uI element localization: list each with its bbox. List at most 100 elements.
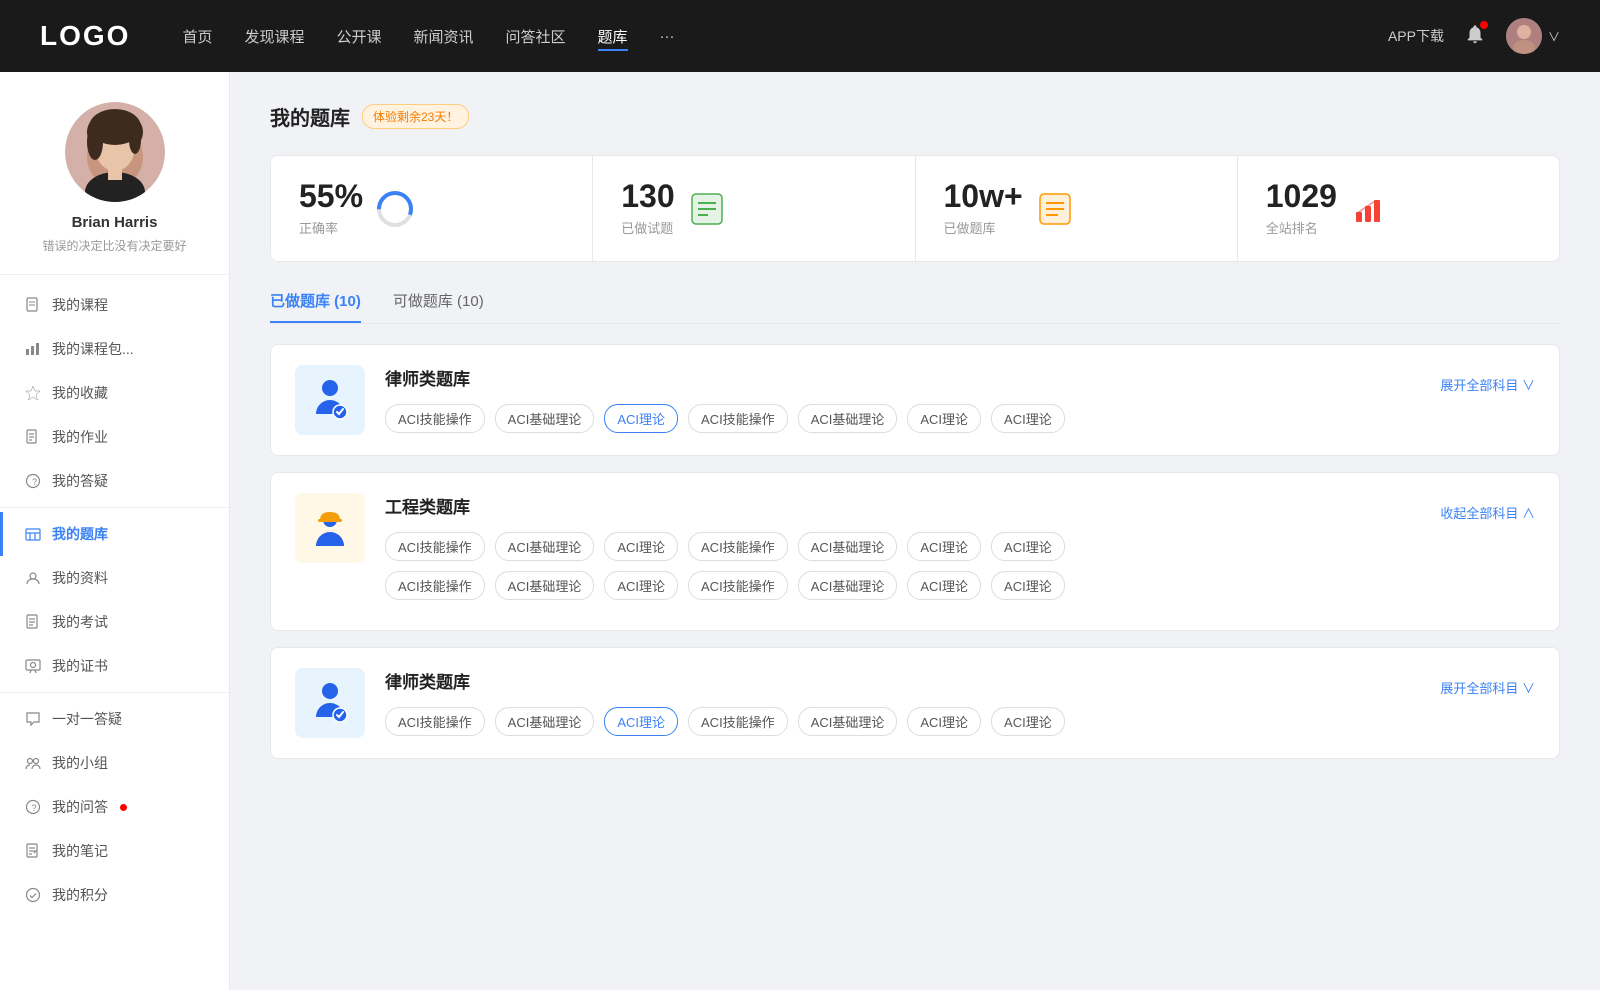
bank-tags-lawyer-2: ACI技能操作 ACI基础理论 ACI理论 ACI技能操作 ACI基础理论 ACI理论 AC… [385, 707, 1420, 736]
tag[interactable]: ACI理论 [907, 571, 981, 600]
tag[interactable]: ACI技能操作 [688, 571, 788, 600]
page-title: 我的题库 [270, 102, 350, 131]
logo: LOGO [40, 20, 130, 52]
expand-bank-1[interactable]: 展开全部科目 ∨ [1440, 375, 1535, 394]
tag[interactable]: ACI基础理论 [798, 404, 898, 433]
nav-item-news[interactable]: 新闻资讯 [414, 22, 474, 51]
bank-tags-engineer-row1: ACI技能操作 ACI基础理论 ACI理论 ACI技能操作 ACI基础理论 ACI理论 AC… [385, 532, 1420, 561]
doc-stat-icon [1037, 191, 1073, 227]
nav-item-more[interactable]: ··· [660, 24, 675, 49]
sidebar-item-homework[interactable]: 我的作业 [0, 415, 229, 459]
sidebar-item-label: 我的小组 [52, 753, 108, 773]
main-layout: Brian Harris 错误的决定比没有决定要好 我的课程 我的课程包... [0, 72, 1600, 990]
bank-tags-lawyer-1: ACI技能操作 ACI基础理论 ACI理论 ACI技能操作 ACI基础理论 ACI理论 AC… [385, 404, 1420, 433]
sidebar-item-favorites[interactable]: 我的收藏 [0, 371, 229, 415]
trial-badge: 体验剩余23天！ [362, 104, 469, 129]
tag[interactable]: ACI理论 [907, 532, 981, 561]
nav-item-open[interactable]: 公开课 [336, 22, 381, 51]
tab-available-banks[interactable]: 可做题库 (10) [393, 290, 484, 323]
sidebar: Brian Harris 错误的决定比没有决定要好 我的课程 我的课程包... [0, 72, 230, 990]
profile-bio: 错误的决定比没有决定要好 [26, 237, 202, 254]
sidebar-item-course-pkg[interactable]: 我的课程包... [0, 327, 229, 371]
bank-icon-lawyer-2 [295, 668, 365, 738]
tag[interactable]: ACI基础理论 [495, 532, 595, 561]
question-bank-tabs: 已做题库 (10) 可做题库 (10) [270, 290, 1560, 324]
user-avatar [1506, 18, 1542, 54]
star-icon [24, 384, 42, 402]
sidebar-item-profile[interactable]: 我的资料 [0, 556, 229, 600]
nav-item-qa[interactable]: 问答社区 [506, 22, 566, 51]
nav-item-qbank[interactable]: 题库 [598, 22, 628, 51]
stat-value-accuracy: 55% [299, 180, 363, 212]
sidebar-item-one-on-one[interactable]: 一对一答疑 [0, 697, 229, 741]
collapse-bank-2[interactable]: 收起全部科目 ∧ [1440, 503, 1535, 522]
sidebar-item-qbank[interactable]: 我的题库 [0, 512, 229, 556]
sidebar-item-my-courses[interactable]: 我的课程 [0, 283, 229, 327]
tag[interactable]: ACI技能操作 [688, 404, 788, 433]
bank-title-engineer: 工程类题库 [385, 493, 1420, 518]
nav-item-home[interactable]: 首页 [182, 22, 212, 51]
app-download-button[interactable]: APP下载 [1388, 26, 1444, 46]
sidebar-item-label: 我的课程 [52, 295, 108, 315]
tag[interactable]: ACI技能操作 [385, 571, 485, 600]
sidebar-item-cert[interactable]: 我的证书 [0, 644, 229, 688]
tab-done-banks[interactable]: 已做题库 (10) [270, 290, 361, 323]
list-icon [689, 191, 725, 227]
bank-icon-lawyer-1 [295, 365, 365, 435]
chart-icon [24, 340, 42, 358]
stat-value-rank: 1029 [1266, 180, 1337, 212]
user-avatar-menu[interactable]: ∨ [1506, 18, 1560, 54]
profile-name: Brian Harris [72, 214, 158, 231]
tag[interactable]: ACI理论 [604, 404, 678, 433]
tag[interactable]: ACI理论 [991, 532, 1065, 561]
tag[interactable]: ACI理论 [991, 571, 1065, 600]
tag[interactable]: ACI基础理论 [495, 571, 595, 600]
tag[interactable]: ACI理论 [907, 707, 981, 736]
stat-done-banks: 10w+ 已做题库 [916, 156, 1238, 261]
tag[interactable]: ACI基础理论 [798, 571, 898, 600]
tag[interactable]: ACI技能操作 [385, 404, 485, 433]
expand-bank-3[interactable]: 展开全部科目 ∨ [1440, 678, 1535, 697]
nav-item-courses[interactable]: 发现课程 [244, 22, 304, 51]
tag[interactable]: ACI理论 [604, 707, 678, 736]
stat-label-accuracy: 正确率 [299, 218, 363, 237]
sidebar-menu: 我的课程 我的课程包... 我的收藏 我的作业 [0, 275, 229, 925]
bank-tags-engineer-row2: ACI技能操作 ACI基础理论 ACI理论 ACI技能操作 ACI基础理论 ACI理论 AC… [385, 571, 1420, 600]
sidebar-item-exam[interactable]: 我的考试 [0, 600, 229, 644]
tag[interactable]: ACI理论 [991, 404, 1065, 433]
sidebar-item-qa[interactable]: ? 我的答疑 [0, 459, 229, 503]
tag[interactable]: ACI技能操作 [688, 707, 788, 736]
bank-actions-lawyer-1: 展开全部科目 ∨ [1440, 365, 1535, 394]
sidebar-item-label: 我的收藏 [52, 383, 108, 403]
sidebar-item-group[interactable]: 我的小组 [0, 741, 229, 785]
sidebar-item-notes[interactable]: 我的笔记 [0, 829, 229, 873]
tag[interactable]: ACI理论 [991, 707, 1065, 736]
tag[interactable]: ACI技能操作 [385, 532, 485, 561]
tag[interactable]: ACI技能操作 [688, 532, 788, 561]
people-icon [24, 569, 42, 587]
group-icon [24, 754, 42, 772]
page-header: 我的题库 体验剩余23天！ [270, 102, 1560, 131]
tag[interactable]: ACI基础理论 [495, 404, 595, 433]
note-icon [24, 842, 42, 860]
tag[interactable]: ACI基础理论 [798, 532, 898, 561]
chat-icon [24, 710, 42, 728]
sidebar-item-points[interactable]: 我的积分 [0, 873, 229, 917]
sidebar-item-my-qa[interactable]: ? 我的问答 [0, 785, 229, 829]
sidebar-item-label: 我的课程包... [52, 339, 134, 359]
sidebar-item-label: 我的考试 [52, 612, 108, 632]
tag[interactable]: ACI理论 [604, 571, 678, 600]
tag[interactable]: ACI基础理论 [495, 707, 595, 736]
tag[interactable]: ACI理论 [604, 532, 678, 561]
bank-content-lawyer-2: 律师类题库 ACI技能操作ACI基础理论ACI理论ACI技能操作ACI基础理论A… [385, 668, 1420, 736]
main-content: 我的题库 体验剩余23天！ 55% 正确率 [230, 72, 1600, 990]
question-icon: ? [24, 472, 42, 490]
tag[interactable]: ACI理论 [907, 404, 981, 433]
tag[interactable]: ACI技能操作 [385, 707, 485, 736]
notification-dot [1480, 21, 1488, 29]
notification-bell[interactable] [1464, 23, 1486, 50]
sidebar-item-label: 我的积分 [52, 885, 108, 905]
tag[interactable]: ACI基础理论 [798, 707, 898, 736]
menu-divider-2 [0, 692, 229, 693]
stat-value-done-q: 130 [621, 180, 674, 212]
